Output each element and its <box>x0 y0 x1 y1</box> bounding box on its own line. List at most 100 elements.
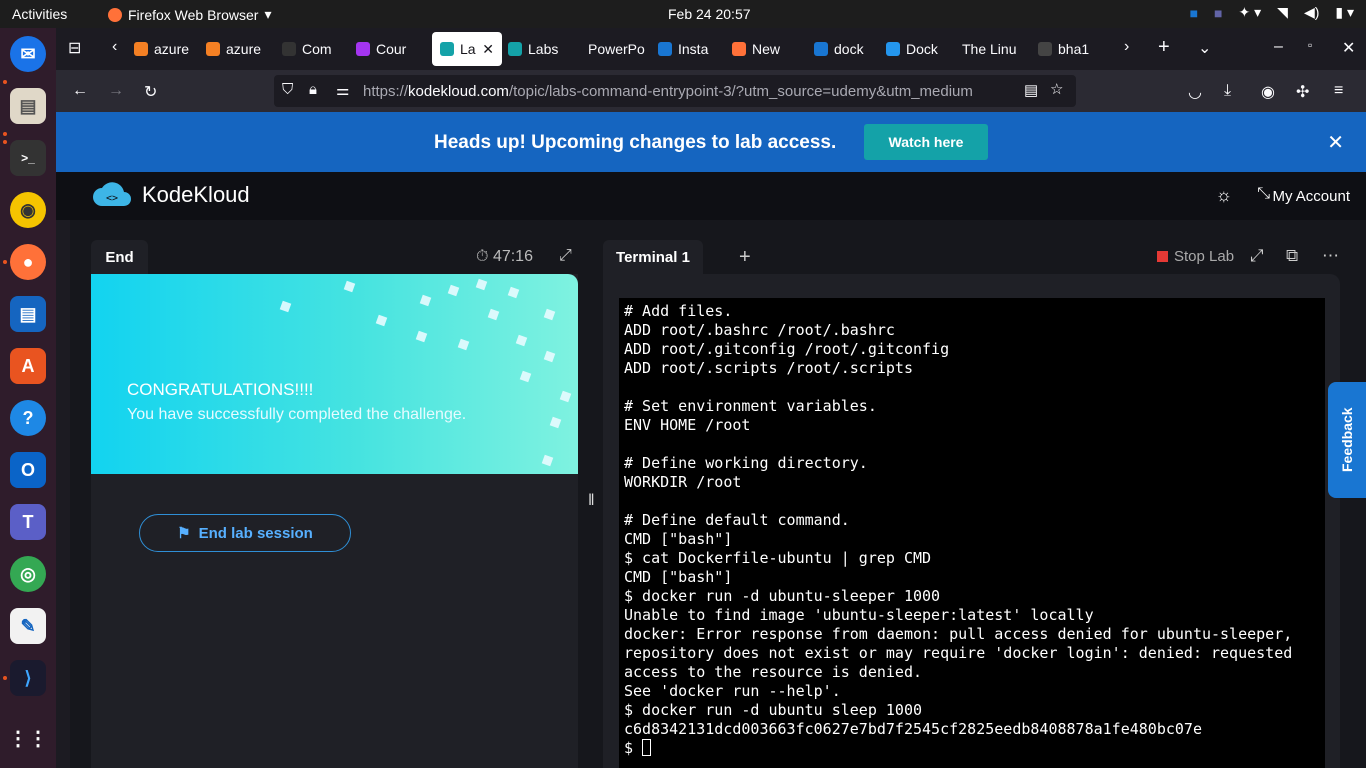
my-account-link[interactable]: My Account <box>1272 188 1350 205</box>
open-external-icon[interactable]: ⧉ <box>1286 246 1298 266</box>
rhythmbox-icon[interactable]: ◉ <box>10 192 46 228</box>
tab-9[interactable]: dock <box>814 32 876 66</box>
stop-lab-button[interactable]: Stop Lab <box>1157 248 1234 265</box>
battery-icon[interactable]: ▮ ▾ <box>1335 4 1354 21</box>
more-options-icon[interactable]: ⋯ <box>1322 246 1339 266</box>
clock[interactable]: Feb 24 20:57 <box>668 6 751 22</box>
tab-12[interactable]: bha1 <box>1038 32 1098 66</box>
url-text[interactable]: https://kodekloud.com/topic/labs-command… <box>363 83 1015 100</box>
pocket-icon[interactable]: ◡ <box>1188 82 1202 102</box>
chrome-icon[interactable]: ◎ <box>10 556 46 592</box>
lock-icon[interactable]: 🔒︎ <box>309 81 317 98</box>
close-window-icon[interactable]: ✕ <box>1342 38 1355 58</box>
feedback-button[interactable]: Feedback <box>1328 382 1366 498</box>
system-tray[interactable]: ■ ■ ✦ ▾ ◥ ◀) ▮ ▾ <box>1190 4 1354 21</box>
teams-icon[interactable]: T <box>10 504 46 540</box>
congrats-subtitle: You have successfully completed the chal… <box>127 406 467 423</box>
address-bar[interactable]: ⛉ 🔒︎ ⚌ https://kodekloud.com/topic/labs-… <box>274 75 1076 107</box>
scroll-tabs-right-icon[interactable]: › <box>1124 38 1129 56</box>
new-tab-icon[interactable]: + <box>1158 36 1170 59</box>
theme-toggle-icon[interactable]: ☼ <box>1216 185 1233 206</box>
minimize-icon[interactable]: – <box>1274 38 1283 56</box>
outlook-tray-icon[interactable]: ■ <box>1190 5 1198 21</box>
firefox-dock-icon[interactable]: ● <box>10 244 46 280</box>
tab-overview-icon[interactable]: ⊟ <box>68 38 81 58</box>
end-panel-header: End ⏱ 47:16 ⤢ <box>91 240 578 274</box>
terminal-line: c6d8342131dcd003663fc0627e7bd7f2545cf282… <box>624 720 1202 738</box>
thunderbird-icon[interactable]: ✉ <box>10 36 46 72</box>
stopwatch-icon: ⏱ <box>476 248 493 265</box>
tab-7[interactable]: Insta <box>658 32 720 66</box>
help-icon[interactable]: ? <box>10 400 46 436</box>
permissions-icon[interactable]: ⚌ <box>336 81 349 99</box>
tab-4[interactable]: La ✕ <box>432 32 502 66</box>
close-tab-icon[interactable]: ✕ <box>482 41 494 58</box>
extensions-icon[interactable]: ✣ <box>1296 82 1309 102</box>
outlook-icon[interactable]: O <box>10 452 46 488</box>
dock: ✉ ▤ >_ ◉ ● ▤ A ? O T ◎ ✎ ⟩ ⋮⋮ <box>0 28 56 768</box>
tab-10[interactable]: Dock <box>886 32 956 66</box>
back-icon[interactable]: ← <box>72 82 88 100</box>
forward-icon[interactable]: → <box>108 82 124 100</box>
tab-5[interactable]: Labs <box>508 32 576 66</box>
tab-3[interactable]: Cour <box>356 32 416 66</box>
kodekloud-logo[interactable]: <> KodeKloud <box>92 182 250 208</box>
tab-0[interactable]: azure <box>134 32 196 66</box>
tracking-shield-icon[interactable]: ⛉ <box>282 81 293 98</box>
collapse-icon[interactable]: ⤡ <box>1257 185 1270 203</box>
teams-tray-icon[interactable]: ■ <box>1214 5 1222 21</box>
reload-icon[interactable]: ↻ <box>144 82 157 102</box>
writer-icon[interactable]: ▤ <box>10 296 46 332</box>
favicon-icon <box>440 42 454 56</box>
scroll-tabs-left-icon[interactable]: ‹ <box>112 38 117 56</box>
expand-icon[interactable]: ⤢ <box>559 247 572 265</box>
wifi-icon[interactable]: ◥ <box>1277 4 1288 21</box>
account-icon[interactable]: ◉ <box>1261 82 1275 102</box>
close-banner-icon[interactable]: ✕ <box>1327 130 1344 155</box>
text-editor-icon[interactable]: ✎ <box>10 608 46 644</box>
reader-view-icon[interactable]: ▤ <box>1024 81 1038 99</box>
accessibility-icon[interactable]: ✦ ▾ <box>1239 4 1262 21</box>
watch-here-button[interactable]: Watch here <box>864 124 988 160</box>
end-lab-label: End lab session <box>198 524 313 542</box>
tab-label: Dock <box>906 41 938 57</box>
nav-bar: ← → ↻ ⛉ 🔒︎ ⚌ https://kodekloud.com/topic… <box>56 70 1366 112</box>
maximize-icon[interactable]: ▫ <box>1308 38 1312 52</box>
files-icon[interactable]: ▤ <box>10 88 46 124</box>
bookmark-star-icon[interactable]: ☆ <box>1050 80 1063 98</box>
app-menu-label: Firefox Web Browser <box>128 6 259 23</box>
volume-icon[interactable]: ◀) <box>1304 4 1319 21</box>
congratulations-card: CONGRATULATIONS!!!! You have successfull… <box>91 274 578 474</box>
add-terminal-icon[interactable]: + <box>739 246 751 269</box>
tab-terminal-1[interactable]: Terminal 1 <box>603 240 703 274</box>
terminal-icon[interactable]: >_ <box>10 140 46 176</box>
tab-6[interactable]: PowerPo <box>588 32 648 66</box>
tab-end[interactable]: End <box>91 240 148 274</box>
tab-8[interactable]: New <box>732 32 802 66</box>
downloads-icon[interactable]: ⤓ <box>1224 82 1231 100</box>
terminal-output[interactable]: # Add files. ADD root/.bashrc /root/.bash… <box>619 298 1325 768</box>
vscode-icon[interactable]: ⟩ <box>10 660 46 696</box>
tab-1[interactable]: azure <box>206 32 268 66</box>
list-tabs-icon[interactable]: ⌄ <box>1198 38 1211 58</box>
panel-resize-handle[interactable]: ‖ <box>588 492 595 510</box>
system-top-bar: Activities Firefox Web Browser ▾ Feb 24 2… <box>0 0 1366 28</box>
terminal-line: ENV HOME /root <box>624 416 751 434</box>
terminal-line: $ docker run -d ubuntu-sleeper 1000 <box>624 587 941 605</box>
tab-label: Labs <box>528 41 559 57</box>
favicon-icon <box>886 42 900 56</box>
menu-icon[interactable]: ≡ <box>1334 82 1343 100</box>
terminal-prompt-line[interactable]: $ <box>624 739 1320 758</box>
end-lab-session-button[interactable]: ⚑ End lab session <box>139 514 351 552</box>
tab-11[interactable]: The Linu <box>962 32 1032 66</box>
tab-label: azure <box>226 41 262 57</box>
tab-2[interactable]: Com <box>282 32 346 66</box>
app-menu[interactable]: Firefox Web Browser ▾ <box>108 6 271 23</box>
activities-button[interactable]: Activities <box>12 6 67 22</box>
expand-terminal-icon[interactable]: ⤢ <box>1250 246 1264 266</box>
app-center-icon[interactable]: A <box>10 348 46 384</box>
show-apps-icon[interactable]: ⋮⋮ <box>8 720 48 756</box>
lab-timer: ⏱ 47:16 <box>476 248 533 266</box>
favicon-icon <box>658 42 672 56</box>
